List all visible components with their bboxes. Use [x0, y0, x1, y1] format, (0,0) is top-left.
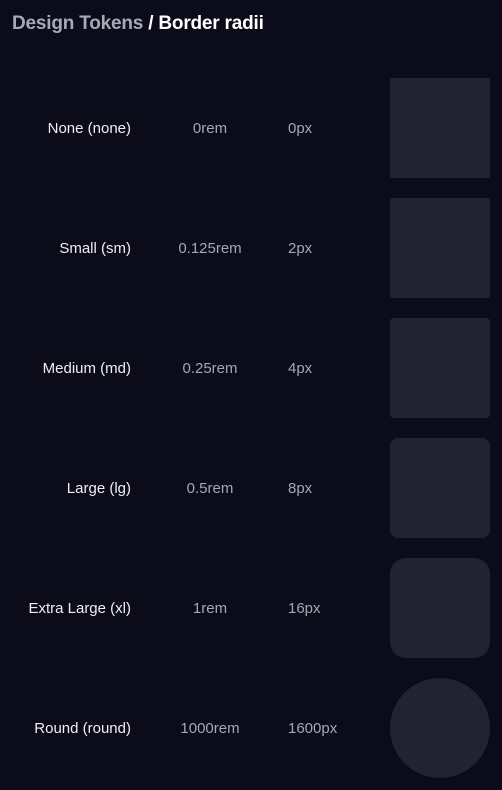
radius-swatch-sm [390, 198, 490, 298]
radius-swatch-xl [390, 558, 490, 658]
radius-token-row-round: Round (round) 1000rem 1600px [0, 678, 502, 778]
token-rem-value: 0.25rem [182, 359, 238, 377]
radius-token-row-none: None (none) 0rem 0px [0, 78, 502, 178]
token-name: Medium (md) [42, 359, 131, 377]
radius-token-row-sm: Small (sm) 0.125rem 2px [0, 198, 502, 298]
breadcrumb: Design Tokens / Border radii [12, 11, 264, 37]
radius-swatch-round [390, 678, 490, 778]
page-title: Border radii [158, 13, 264, 34]
breadcrumb-parent-link[interactable]: Design Tokens [12, 13, 143, 34]
token-rem-value: 0rem [192, 119, 228, 137]
token-px-value: 8px [288, 479, 313, 497]
token-rem-value: 1rem [192, 599, 228, 617]
token-rem-value: 1000rem [180, 719, 240, 737]
token-px-value: 2px [288, 239, 313, 257]
token-px-value: 0px [288, 119, 313, 137]
border-radii-page: Design Tokens / Border radii None (none)… [0, 0, 502, 790]
token-rem-value: 0.125rem [178, 239, 242, 257]
radius-token-row-md: Medium (md) 0.25rem 4px [0, 318, 502, 418]
token-rem-value: 0.5rem [186, 479, 234, 497]
token-name: None (none) [47, 119, 131, 137]
token-name: Extra Large (xl) [28, 599, 131, 617]
radius-swatch-md [390, 318, 490, 418]
token-px-value: 4px [288, 359, 313, 377]
radius-swatch-lg [390, 438, 490, 538]
radius-token-row-xl: Extra Large (xl) 1rem 16px [0, 558, 502, 658]
radius-swatch-none [390, 78, 490, 178]
breadcrumb-separator: / [143, 13, 159, 34]
token-px-value: 16px [288, 599, 321, 617]
token-name: Large (lg) [66, 479, 131, 497]
token-px-value: 1600px [288, 719, 338, 737]
token-name: Small (sm) [59, 239, 131, 257]
token-name: Round (round) [34, 719, 131, 737]
radius-token-row-lg: Large (lg) 0.5rem 8px [0, 438, 502, 538]
